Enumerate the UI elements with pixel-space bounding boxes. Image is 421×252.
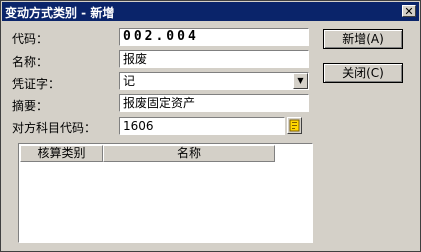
grid-header-name[interactable]: 名称 bbox=[103, 145, 275, 162]
grid-header-accounting-category[interactable]: 核算类别 bbox=[20, 145, 103, 162]
name-label: 名称： bbox=[12, 55, 49, 69]
lookup-icon[interactable] bbox=[287, 117, 302, 134]
name-field[interactable]: 报废 bbox=[119, 50, 309, 68]
account-code-field[interactable]: 1606 bbox=[119, 117, 285, 135]
window-title: 变动方式类别 - 新增 bbox=[5, 6, 115, 20]
dropdown-arrow-icon[interactable]: ▼ bbox=[293, 73, 308, 89]
summary-field[interactable]: 报废固定资产 bbox=[119, 94, 309, 112]
new-button[interactable]: 新增(A) bbox=[323, 29, 403, 49]
summary-label: 摘要： bbox=[12, 99, 49, 113]
close-button[interactable]: 关闭(C) bbox=[323, 63, 403, 83]
account-code-label: 对方科目代码： bbox=[12, 121, 97, 135]
accounting-grid[interactable]: 核算类别 名称 bbox=[18, 143, 313, 243]
dialog-window: 变动方式类别 - 新增 ✕ 代码： 002.004 名称： 报废 凭证字： 记 … bbox=[0, 0, 421, 252]
title-bar: 变动方式类别 - 新增 ✕ bbox=[2, 2, 419, 21]
voucher-select[interactable]: 记 ▼ bbox=[119, 72, 309, 90]
close-icon[interactable]: ✕ bbox=[402, 5, 416, 18]
voucher-label: 凭证字： bbox=[12, 77, 61, 91]
code-label: 代码： bbox=[12, 32, 49, 46]
voucher-select-value: 记 bbox=[123, 74, 136, 88]
code-field[interactable]: 002.004 bbox=[119, 28, 309, 46]
lookup-icon-graphic bbox=[289, 119, 300, 132]
